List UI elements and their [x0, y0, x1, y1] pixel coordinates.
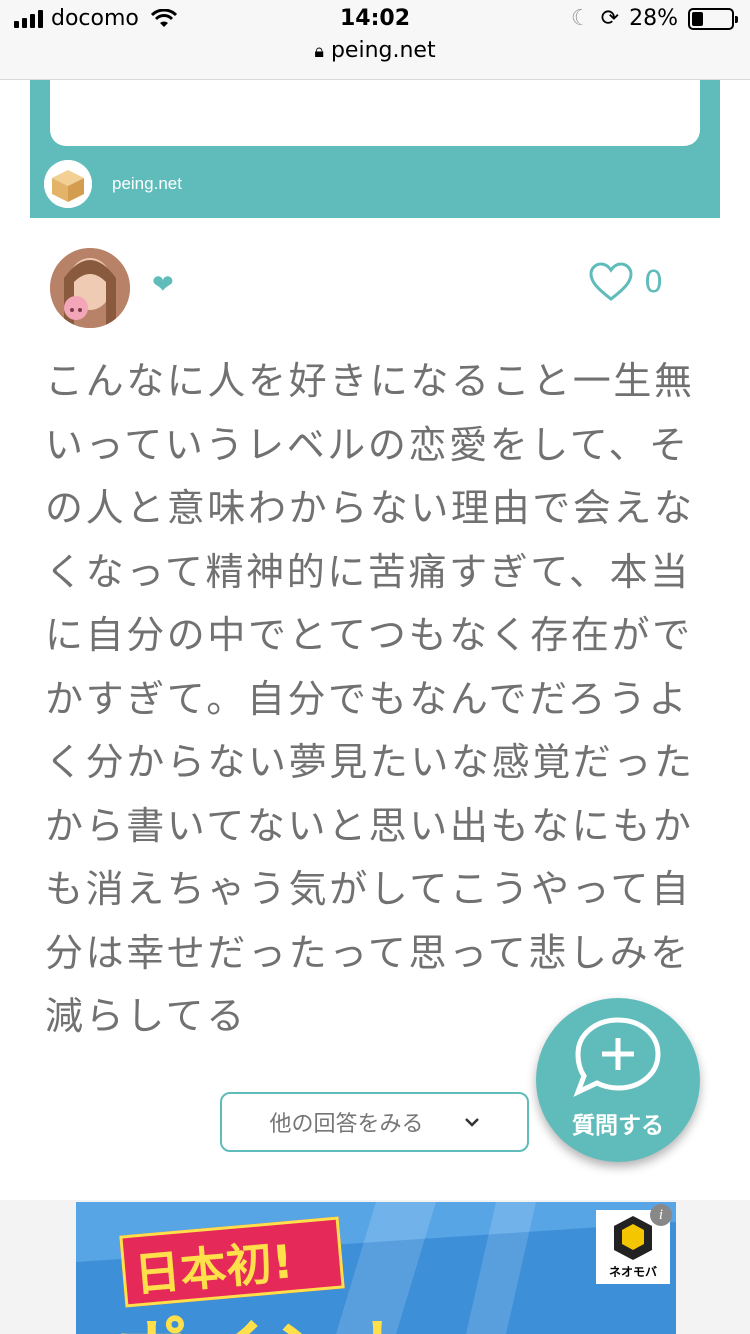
- ask-question-label: 質問する: [572, 1113, 664, 1139]
- box-icon: [44, 160, 92, 208]
- heart-badge-icon: ❤: [152, 270, 174, 300]
- ad-banner[interactable]: 日本初! ポイント ネオモバ i: [76, 1202, 676, 1334]
- address-bar[interactable]: 🔒︎ peing.net: [0, 38, 750, 63]
- ask-question-button[interactable]: 質問する: [536, 998, 700, 1162]
- embed-card[interactable]: peing.net: [30, 80, 720, 218]
- battery-level: [692, 11, 703, 26]
- moon-icon: ☾: [570, 6, 591, 31]
- more-answers-label: 他の回答をみる: [269, 1112, 424, 1137]
- site-avatar: [44, 160, 92, 208]
- ad-info-icon[interactable]: i: [650, 1204, 672, 1226]
- ad-subline: ポイント: [116, 1294, 428, 1334]
- like-count: 0: [644, 264, 664, 300]
- rotation-lock-icon: ⟳: [600, 6, 620, 31]
- embed-site-label: peing.net: [112, 174, 182, 193]
- status-bar: docomo 14:02 🔒︎ peing.net ☾ ⟳ 28%: [0, 0, 750, 80]
- more-answers-button[interactable]: 他の回答をみる: [220, 1092, 529, 1152]
- ad-headline: 日本初!: [132, 1234, 296, 1302]
- speech-bubble-plus-icon: [573, 1017, 661, 1097]
- battery-icon: [688, 7, 738, 30]
- lock-icon: 🔒︎: [314, 41, 324, 62]
- system-status: ☾ ⟳ 28%: [570, 6, 738, 31]
- avatar[interactable]: [50, 248, 130, 328]
- heart-icon: [589, 262, 633, 301]
- battery-percent: 28%: [629, 6, 678, 31]
- answer-text: こんなに人を好きになること一生無いっていうレベルの恋愛をして、その人と意味わから…: [45, 359, 695, 1038]
- url-text: peing.net: [330, 38, 436, 63]
- embed-card-body: [50, 80, 700, 146]
- like-button[interactable]: 0: [588, 262, 663, 302]
- ad-brand-name: ネオモバ: [608, 1265, 657, 1279]
- chevron-down-icon: [464, 1118, 479, 1127]
